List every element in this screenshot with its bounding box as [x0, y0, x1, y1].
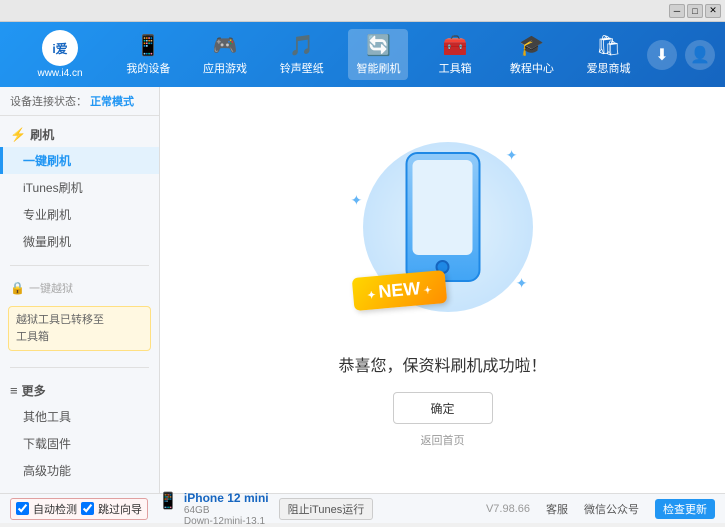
toolbox-label: 工具箱: [439, 60, 472, 76]
phone-screen: [413, 160, 473, 255]
sidebar-item-advanced[interactable]: 高级功能: [0, 457, 159, 484]
close-button[interactable]: ✕: [705, 4, 721, 18]
nav-bar: 📱 我的设备 🎮 应用游戏 🎵 铃声壁纸 🔄 智能刷机 🧰 工具箱 🎓 教程中心…: [110, 29, 647, 80]
footer-left: 自动检测 跳过向导 📱 iPhone 12 mini 64GB Down-12m…: [10, 491, 373, 527]
nav-item-smart-flash[interactable]: 🔄 智能刷机: [348, 29, 408, 80]
divider-1: [10, 265, 149, 266]
sidebar-section-more-title: ≡ 更多: [0, 378, 159, 403]
phone-illustration: ✦ ✦ ✦ NEW: [343, 132, 543, 332]
tutorials-label: 教程中心: [510, 60, 554, 76]
sidebar-jailbreak-title: 🔒 一键越狱: [0, 276, 159, 300]
main-layout: 设备连接状态： 正常模式 ⚡ 刷机 一键刷机 iTunes刷机 专业刷机 微量刷…: [0, 87, 725, 493]
nav-item-shop[interactable]: 🛍 爱思商城: [579, 29, 639, 80]
nav-item-my-device[interactable]: 📱 我的设备: [118, 29, 178, 80]
main-content: ✦ ✦ ✦ NEW 恭喜您，保资料刷机成功啦！ 确定 返回首页: [160, 87, 725, 493]
device-info: iPhone 12 mini 64GB Down-12mini-13.1: [184, 491, 269, 527]
shop-icon: 🛍: [596, 33, 621, 58]
jailbreak-notice: 越狱工具已转移至工具箱: [8, 306, 151, 351]
my-device-label: 我的设备: [126, 60, 170, 76]
ringtones-icon: 🎵: [289, 33, 314, 58]
back-link[interactable]: 返回首页: [421, 432, 465, 448]
confirm-button[interactable]: 确定: [393, 392, 493, 424]
status-value: 正常模式: [90, 96, 134, 108]
sidebar-section-more: ≡ 更多 其他工具 下载固件 高级功能: [0, 372, 159, 490]
shop-label: 爱思商城: [587, 60, 631, 76]
apps-games-icon: 🎮: [213, 33, 238, 58]
my-device-icon: 📱: [136, 33, 161, 58]
nav-item-ringtones[interactable]: 🎵 铃声壁纸: [272, 29, 332, 80]
download-button[interactable]: ⬇: [647, 40, 677, 70]
sidebar-section-jailbreak: 🔒 一键越狱 越狱工具已转移至工具箱: [0, 270, 159, 363]
sparkle-icon-3: ✦: [516, 275, 528, 292]
customer-service-link[interactable]: 客服: [546, 501, 568, 517]
skip-wizard-label: 跳过向导: [98, 501, 142, 517]
minimize-button[interactable]: ─: [669, 4, 685, 18]
flash-section-icon: ⚡: [10, 127, 26, 143]
device-info-area: 📱 iPhone 12 mini 64GB Down-12mini-13.1: [158, 491, 269, 527]
divider-2: [10, 367, 149, 368]
apps-games-label: 应用游戏: [203, 60, 247, 76]
wechat-link[interactable]: 微信公众号: [584, 501, 639, 517]
header-right: ⬇ 👤: [647, 40, 715, 70]
itunes-status-button[interactable]: 阻止iTunes运行: [279, 498, 374, 520]
check-update-button[interactable]: 检查更新: [655, 499, 715, 519]
sidebar-item-one-key-flash[interactable]: 一键刷机: [0, 147, 159, 174]
auto-detect-label: 自动检测: [33, 501, 77, 517]
checkbox-group: 自动检测 跳过向导: [10, 498, 148, 520]
lock-icon: 🔒: [10, 281, 25, 295]
toolbox-icon: 🧰: [443, 33, 468, 58]
device-phone-icon: 📱: [158, 491, 178, 511]
status-bar: 设备连接状态： 正常模式: [0, 87, 159, 116]
device-model: Down-12mini-13.1: [184, 516, 269, 527]
header: i爱 www.i4.cn 📱 我的设备 🎮 应用游戏 🎵 铃声壁纸 🔄 智能刷机…: [0, 22, 725, 87]
sidebar-section-flash: ⚡ 刷机 一键刷机 iTunes刷机 专业刷机 微量刷机: [0, 116, 159, 261]
logo-url: www.i4.cn: [37, 68, 82, 79]
sparkle-icon-1: ✦: [506, 147, 518, 164]
title-bar-buttons: ─ □ ✕: [669, 4, 721, 18]
device-storage: 64GB: [184, 505, 269, 516]
device-name: iPhone 12 mini: [184, 491, 269, 505]
sidebar-section-flash-title: ⚡ 刷机: [0, 122, 159, 147]
smart-flash-icon: 🔄: [366, 33, 391, 58]
nav-item-toolbox[interactable]: 🧰 工具箱: [425, 29, 485, 80]
title-bar: ─ □ ✕: [0, 0, 725, 22]
smart-flash-label: 智能刷机: [356, 60, 400, 76]
tutorials-icon: 🎓: [519, 33, 544, 58]
sparkle-icon-2: ✦: [351, 192, 363, 209]
auto-detect-checkbox[interactable]: [16, 502, 29, 515]
skip-wizard-checkbox[interactable]: [81, 502, 94, 515]
account-button[interactable]: 👤: [685, 40, 715, 70]
ringtones-label: 铃声壁纸: [280, 60, 324, 76]
sidebar-item-micro-flash[interactable]: 微量刷机: [0, 228, 159, 255]
more-section-icon: ≡: [10, 383, 18, 398]
logo-icon[interactable]: i爱: [42, 30, 78, 66]
phone-device: [405, 152, 480, 282]
footer: 自动检测 跳过向导 📱 iPhone 12 mini 64GB Down-12m…: [0, 493, 725, 523]
success-text: 恭喜您，保资料刷机成功啦！: [338, 352, 546, 376]
nav-item-apps-games[interactable]: 🎮 应用游戏: [195, 29, 255, 80]
sidebar: 设备连接状态： 正常模式 ⚡ 刷机 一键刷机 iTunes刷机 专业刷机 微量刷…: [0, 87, 160, 493]
sidebar-item-itunes-flash[interactable]: iTunes刷机: [0, 174, 159, 201]
logo-area: i爱 www.i4.cn: [10, 30, 110, 79]
sidebar-item-other-tools[interactable]: 其他工具: [0, 403, 159, 430]
maximize-button[interactable]: □: [687, 4, 703, 18]
status-label: 设备连接状态：: [10, 96, 87, 108]
footer-right: V7.98.66 客服 微信公众号 检查更新: [486, 499, 715, 519]
sidebar-item-download-firmware[interactable]: 下载固件: [0, 430, 159, 457]
version-label: V7.98.66: [486, 503, 530, 515]
sidebar-item-pro-flash[interactable]: 专业刷机: [0, 201, 159, 228]
nav-item-tutorials[interactable]: 🎓 教程中心: [502, 29, 562, 80]
